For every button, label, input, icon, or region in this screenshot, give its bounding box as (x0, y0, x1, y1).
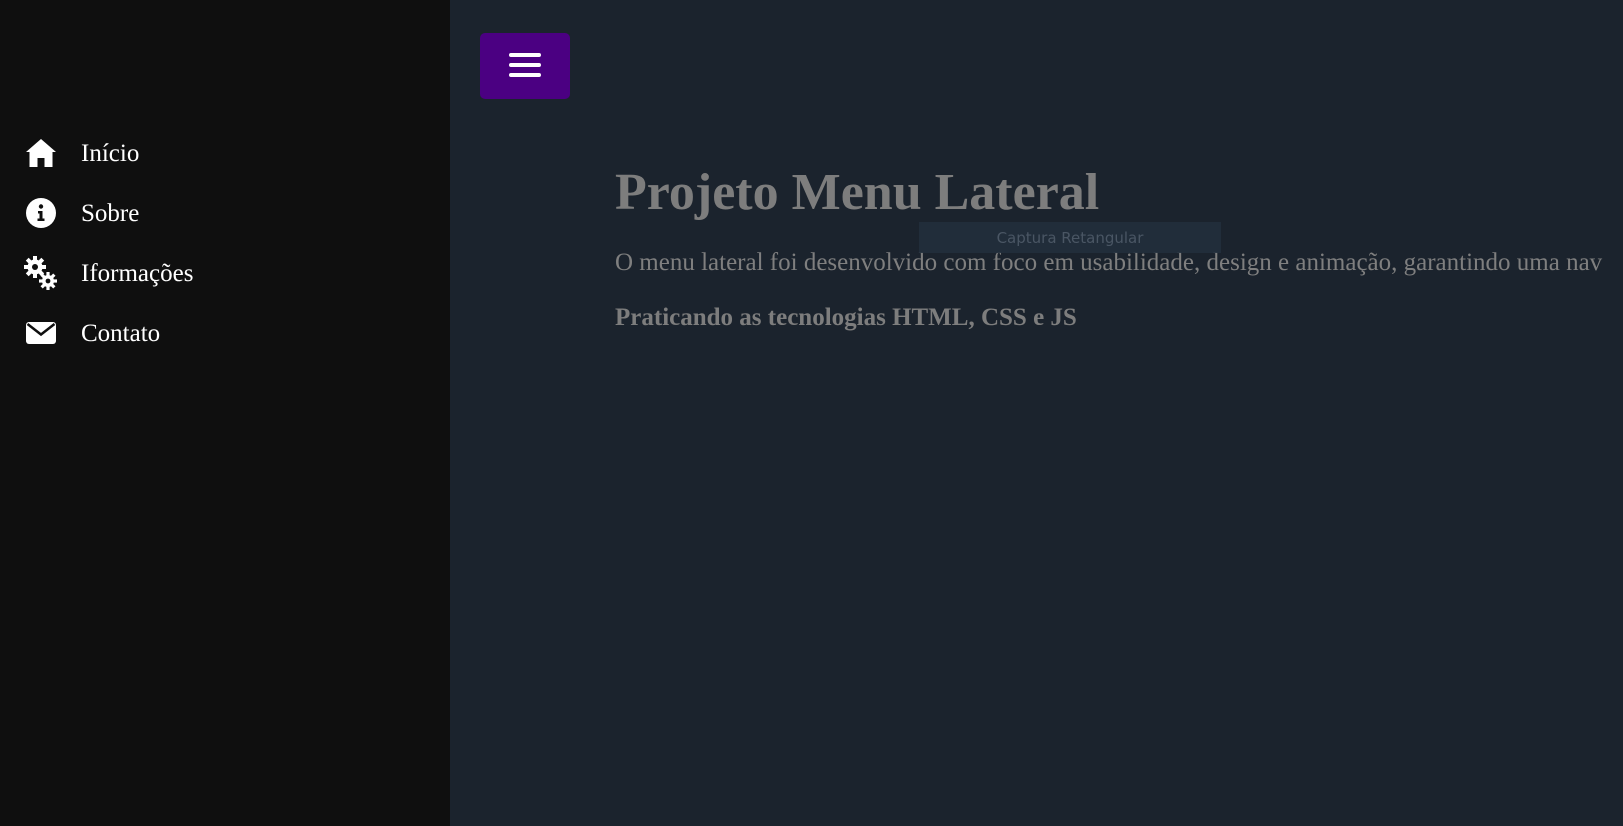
sidebar-item-sobre[interactable]: Sobre (0, 183, 450, 243)
sidebar-nav: Início Sobre Iformações Contato (0, 123, 450, 363)
sidebar-item-inicio[interactable]: Início (0, 123, 450, 183)
sidebar-item-label: Início (81, 139, 140, 167)
sidebar-item-contato[interactable]: Contato (0, 303, 450, 363)
hamburger-icon (508, 51, 542, 82)
envelope-icon (23, 315, 59, 351)
sidebar-item-label: Sobre (81, 199, 140, 227)
home-icon (23, 135, 59, 171)
capture-tooltip: Captura Retangular (919, 222, 1221, 253)
info-icon (23, 195, 59, 231)
page-subtitle: Praticando as tecnologias HTML, CSS e JS (615, 304, 1077, 331)
sidebar: Início Sobre Iformações Contato (0, 0, 450, 826)
sidebar-item-iformacoes[interactable]: Iformações (0, 243, 450, 303)
menu-toggle-button[interactable] (480, 33, 570, 99)
page-title: Projeto Menu Lateral (615, 164, 1100, 221)
gears-icon (23, 255, 59, 291)
sidebar-item-label: Contato (81, 319, 161, 347)
sidebar-item-label: Iformações (81, 259, 194, 287)
capture-tooltip-label: Captura Retangular (996, 228, 1144, 247)
